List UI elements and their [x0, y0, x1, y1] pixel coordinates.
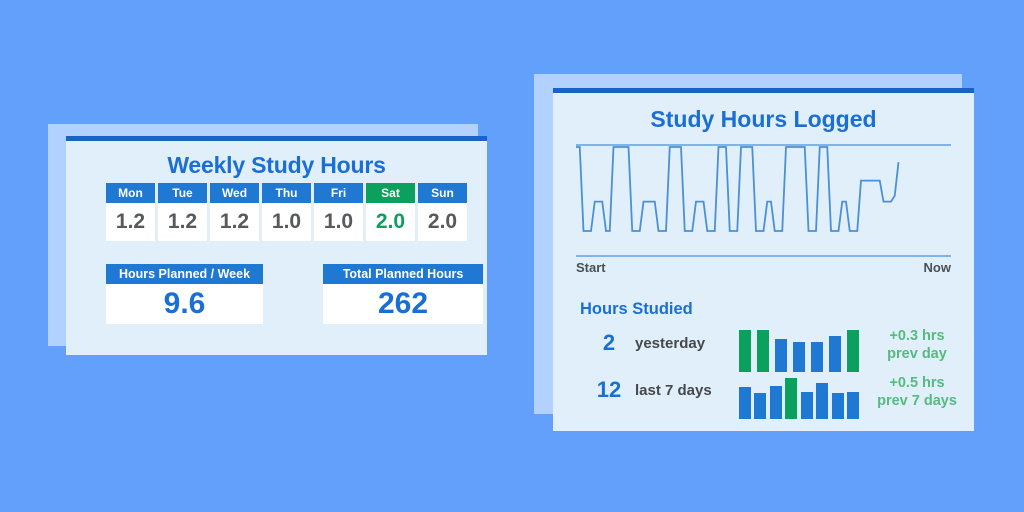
axis-label-now: Now [923, 260, 951, 275]
day-value-tue: 1.2 [158, 203, 207, 241]
yesterday-period-label: yesterday [635, 335, 706, 352]
day-header-tue: Tue [158, 183, 207, 203]
bar [739, 330, 751, 372]
total-planned-hours-stat[interactable]: Total Planned Hours 262 [323, 264, 483, 324]
day-value-thu: 1.0 [262, 203, 311, 241]
hours-studied-section-label: Hours Studied [580, 300, 693, 318]
day-column-sat[interactable]: Sat 2.0 [366, 183, 415, 241]
bar [793, 342, 805, 372]
yesterday-delta-value: +0.3 hrs [889, 328, 945, 344]
bar [829, 336, 841, 372]
yesterday-delta: +0.3 hrs prev day [863, 328, 971, 363]
line-chart-svg [576, 144, 951, 232]
axis-label-start: Start [576, 260, 606, 275]
day-column-thu[interactable]: Thu 1.0 [262, 183, 311, 241]
day-column-wed[interactable]: Wed 1.2 [210, 183, 259, 241]
hours-studied-rows: 2 yesterday +0.3 hrs prev day 12 last 7 … [553, 326, 974, 420]
day-value-sun: 2.0 [418, 203, 467, 241]
day-column-fri[interactable]: Fri 1.0 [314, 183, 363, 241]
yesterday-bar-chart [739, 326, 859, 372]
hours-planned-per-week-value: 9.6 [106, 284, 263, 324]
day-header-fri: Fri [314, 183, 363, 203]
day-column-tue[interactable]: Tue 1.2 [158, 183, 207, 241]
stat-row-last-7-days[interactable]: 12 last 7 days +0.5 hrs prev 7 days [553, 373, 974, 420]
day-header-mon: Mon [106, 183, 155, 203]
hours-planned-per-week-stat[interactable]: Hours Planned / Week 9.6 [106, 264, 263, 324]
last-7-days-delta: +0.5 hrs prev 7 days [863, 375, 971, 410]
yesterday-delta-period: prev day [887, 345, 947, 362]
hours-planned-per-week-label: Hours Planned / Week [106, 264, 263, 284]
day-column-mon[interactable]: Mon 1.2 [106, 183, 155, 241]
day-header-sun: Sun [418, 183, 467, 203]
day-value-fri: 1.0 [314, 203, 363, 241]
chart-bottom-axis-line [576, 255, 951, 257]
total-planned-hours-value: 262 [323, 284, 483, 324]
bar [757, 330, 769, 372]
bar [811, 342, 823, 372]
bar [831, 393, 844, 419]
last-7-days-hours-value: 12 [596, 377, 622, 402]
stat-row-yesterday[interactable]: 2 yesterday +0.3 hrs prev day [553, 326, 974, 373]
last-7-days-bar-chart [739, 373, 859, 419]
bar [847, 330, 859, 372]
day-value-wed: 1.2 [210, 203, 259, 241]
day-header-wed: Wed [210, 183, 259, 203]
weekly-study-hours-card: Weekly Study Hours Mon 1.2 Tue 1.2 Wed 1… [66, 136, 487, 355]
total-planned-hours-label: Total Planned Hours [323, 264, 483, 284]
bar [769, 386, 782, 419]
last-7-days-delta-period: prev 7 days [877, 392, 957, 409]
last-7-days-period-label: last 7 days [635, 382, 712, 399]
bar [785, 378, 798, 419]
chart-axis-labels: Start Now [576, 260, 951, 275]
last-7-days-delta-value: +0.5 hrs [889, 375, 945, 391]
bar [800, 392, 813, 419]
day-header-thu: Thu [262, 183, 311, 203]
bar [739, 387, 751, 419]
bar [816, 383, 829, 419]
weekly-day-grid: Mon 1.2 Tue 1.2 Wed 1.2 Thu 1.0 Fri 1.0 … [106, 183, 467, 241]
day-value-mon: 1.2 [106, 203, 155, 241]
bar [775, 339, 787, 372]
study-hours-line-chart [576, 143, 951, 253]
study-hours-logged-card: Study Hours Logged Start Now Hours Studi… [553, 88, 974, 431]
day-column-sun[interactable]: Sun 2.0 [418, 183, 467, 241]
day-header-sat: Sat [366, 183, 415, 203]
bar [754, 393, 767, 419]
page-title: Weekly Study Hours [167, 152, 386, 178]
bar [846, 392, 859, 419]
day-value-sat: 2.0 [366, 203, 415, 241]
study-hours-logged-title: Study Hours Logged [650, 106, 877, 132]
yesterday-hours-value: 2 [602, 330, 616, 355]
